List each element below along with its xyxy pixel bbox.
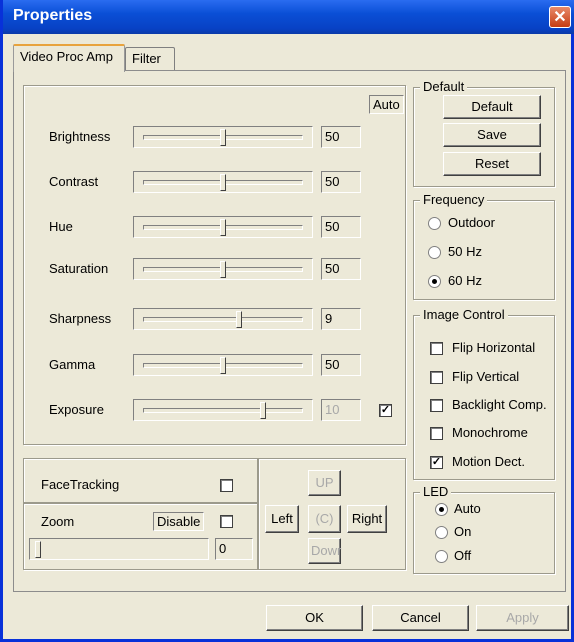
tab-filter[interactable]: Filter [125, 47, 175, 71]
title-bar[interactable]: Properties ✕ [3, 0, 574, 34]
close-icon[interactable]: ✕ [549, 6, 571, 28]
monochrome-checkbox[interactable] [430, 427, 443, 440]
led-auto-radio[interactable] [435, 503, 448, 516]
exposure-auto-checkbox[interactable]: ✓ [379, 404, 392, 417]
sharpness-slider-thumb[interactable] [236, 311, 242, 328]
zoom-disable-label: Disable [153, 512, 205, 531]
frequency-outdoor-label: Outdoor [448, 215, 495, 230]
gamma-label: Gamma [49, 357, 96, 372]
frequency-outdoor-radio[interactable] [428, 217, 441, 230]
save-button[interactable]: Save [443, 123, 541, 147]
zoom-value: 0 [215, 538, 253, 560]
monochrome-label: Monochrome [452, 425, 528, 440]
hue-label: Hue [49, 219, 73, 234]
flip-horizontal-checkbox[interactable] [430, 342, 443, 355]
default-group-title: Default [420, 79, 468, 94]
contrast-label: Contrast [49, 174, 99, 189]
apply-button[interactable]: Apply [476, 605, 569, 631]
cancel-button[interactable]: Cancel [372, 605, 469, 631]
exposure-slider-thumb[interactable] [260, 402, 266, 419]
saturation-value: 50 [321, 258, 361, 280]
pan-left-button[interactable]: Left [265, 505, 299, 533]
reset-button[interactable]: Reset [443, 152, 541, 176]
frequency-50hz-label: 50 Hz [448, 244, 482, 259]
zoom-disable-checkbox[interactable] [220, 515, 233, 528]
led-auto-label: Auto [454, 501, 481, 516]
frequency-60hz-radio[interactable] [428, 275, 441, 288]
led-off-label: Off [454, 548, 472, 563]
led-group-title: LED [420, 484, 452, 499]
exposure-slider-track [143, 408, 303, 413]
image-control-group-title: Image Control [420, 307, 508, 322]
ok-button[interactable]: OK [266, 605, 363, 631]
pan-up-button[interactable]: UP [308, 470, 341, 496]
pan-right-button[interactable]: Right [347, 505, 387, 533]
motion-dect-label: Motion Dect. [452, 454, 525, 469]
zoom-slider-track[interactable] [29, 538, 209, 560]
gamma-slider-thumb[interactable] [220, 357, 226, 374]
auto-column-label: Auto [369, 95, 404, 114]
backlight-comp-label: Backlight Comp. [452, 397, 547, 412]
led-on-label: On [454, 524, 472, 539]
contrast-slider-thumb[interactable] [220, 174, 226, 191]
led-off-radio[interactable] [435, 550, 448, 563]
exposure-label: Exposure [49, 402, 104, 417]
frequency-60hz-label: 60 Hz [448, 273, 482, 288]
zoom-slider-thumb[interactable] [35, 541, 41, 558]
facetracking-label: FaceTracking [41, 477, 120, 492]
sharpness-slider-track [143, 317, 303, 322]
saturation-label: Saturation [49, 261, 109, 276]
frequency-50hz-radio[interactable] [428, 246, 441, 259]
brightness-slider-thumb[interactable] [220, 129, 226, 146]
hue-slider-thumb[interactable] [220, 219, 226, 236]
flip-horizontal-label: Flip Horizontal [452, 340, 536, 355]
pan-down-button[interactable]: Dowr [308, 538, 341, 564]
gamma-value: 50 [321, 354, 361, 376]
tab-video-proc-amp[interactable]: Video Proc Amp [13, 44, 125, 72]
brightness-label: Brightness [49, 129, 111, 144]
led-on-radio[interactable] [435, 526, 448, 539]
frequency-group-title: Frequency [420, 192, 488, 207]
saturation-slider-thumb[interactable] [220, 261, 226, 278]
default-button[interactable]: Default [443, 95, 541, 119]
window-title: Properties [13, 7, 93, 24]
exposure-value: 10 [321, 399, 361, 421]
sharpness-label: Sharpness [49, 311, 112, 326]
flip-vertical-checkbox[interactable] [430, 371, 443, 384]
sharpness-value: 9 [321, 308, 361, 330]
motion-dect-checkbox[interactable]: ✓ [430, 456, 443, 469]
hue-value: 50 [321, 216, 361, 238]
flip-vertical-label: Flip Vertical [452, 369, 520, 384]
backlight-comp-checkbox[interactable] [430, 399, 443, 412]
contrast-value: 50 [321, 171, 361, 193]
properties-window: Properties ✕ Video Proc Amp Filter Auto … [0, 0, 574, 642]
facetracking-checkbox[interactable] [220, 479, 233, 492]
brightness-value: 50 [321, 126, 361, 148]
pan-center-button[interactable]: (C) [308, 505, 341, 533]
zoom-label: Zoom [41, 514, 75, 529]
